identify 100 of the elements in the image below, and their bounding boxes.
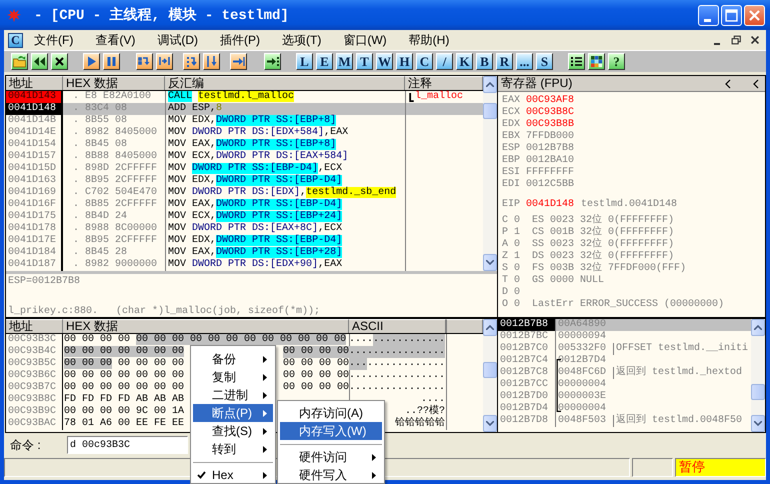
menu-item[interactable]: 二进制	[193, 386, 273, 404]
help-button[interactable]: ?	[608, 53, 625, 70]
goto-icon	[265, 54, 280, 69]
column-header[interactable]: HEX 数据	[63, 319, 349, 333]
toolbar-button[interactable]	[230, 53, 247, 70]
toolbar-button[interactable]: H	[396, 53, 413, 70]
toolbar-button[interactable]	[264, 53, 281, 70]
flag-value[interactable]: 0	[514, 215, 532, 227]
toolbar-button[interactable]	[103, 53, 120, 70]
register-value[interactable]: 0012C5BB	[526, 179, 581, 191]
toolbar-button[interactable]	[183, 53, 200, 70]
toolbar-button[interactable]	[156, 53, 173, 70]
column-header[interactable]: 地址	[6, 76, 63, 90]
caret-down-icon	[486, 421, 494, 426]
ascii-text: ....	[348, 334, 373, 346]
scroll-up-button[interactable]	[483, 76, 497, 93]
hex-bytes: 00 00 00 00	[118, 358, 184, 369]
address-cell: 00C93B8C	[6, 394, 63, 406]
flag-value[interactable]: 0	[514, 263, 532, 275]
column-header[interactable]: ASCII	[349, 319, 446, 333]
menu-item[interactable]: 硬件访问	[280, 448, 382, 466]
flag-value[interactable]: 0	[514, 299, 532, 311]
menu-item[interactable]: 插件(P)	[215, 32, 265, 48]
minimize-button[interactable]	[698, 4, 719, 26]
address-cell-text: 0012B7D8	[499, 415, 550, 427]
toolbar-button[interactable]: S	[536, 53, 553, 70]
command-field[interactable]: d 00c93B3C	[67, 436, 188, 454]
scroll-up-button[interactable]	[751, 319, 765, 336]
register-value[interactable]: 7FFDB000	[526, 131, 581, 143]
toolbar-button[interactable]	[136, 53, 153, 70]
menu-item[interactable]: 备份	[193, 350, 273, 368]
toolbar-button[interactable]: ...	[516, 53, 533, 70]
scroll-down-button[interactable]	[751, 415, 765, 432]
register-value[interactable]: 0012BA10	[526, 155, 581, 167]
register-value[interactable]: 00C93AF8	[526, 95, 581, 107]
chevron-left-icon[interactable]	[725, 78, 731, 88]
menu-item[interactable]: 文件(F)	[29, 32, 78, 48]
menu-item[interactable]: 复制	[193, 368, 273, 386]
toolbar-button[interactable]: C	[416, 53, 433, 70]
flag-value[interactable]: 0	[514, 275, 532, 287]
register-value[interactable]: 00C93B8C	[526, 107, 581, 119]
menu-item[interactable]: 查看(V)	[90, 32, 140, 48]
toolbar-button[interactable]: E	[316, 53, 333, 70]
column-header[interactable]: HEX 数据	[63, 76, 165, 90]
address-cell: 0041D163	[6, 175, 63, 187]
scroll-thumb[interactable]	[483, 362, 497, 378]
toolbar-button[interactable]	[588, 53, 605, 70]
address-cell: 00C93B5C	[6, 358, 63, 370]
toolbar-button[interactable]: R	[496, 53, 513, 70]
menu-item[interactable]: 调试(D)	[152, 32, 203, 48]
toolbar-button[interactable]	[11, 53, 28, 70]
menu-item[interactable]: 断点(P)	[193, 404, 273, 422]
address-cell: 0041D157	[6, 151, 63, 163]
scroll-thumb[interactable]	[483, 103, 497, 119]
flag-value[interactable]: 0	[514, 239, 532, 251]
toolbar-button[interactable]: T	[356, 53, 373, 70]
scroll-up-button[interactable]	[483, 319, 497, 336]
menu-item[interactable]: 窗口(W)	[338, 32, 392, 48]
hex-bytes: 00 00 00 00	[282, 382, 349, 394]
toolbar-button[interactable]: L	[296, 53, 313, 70]
chevron-left-icon[interactable]	[753, 78, 759, 88]
scrollbar[interactable]	[483, 319, 497, 432]
register-value[interactable]: 0041D148	[526, 199, 581, 211]
toolbar-button[interactable]	[203, 53, 220, 70]
maximize-button[interactable]	[721, 4, 742, 26]
menu-item[interactable]: 硬件写入	[280, 466, 382, 483]
toolbar-button[interactable]: M	[336, 53, 353, 70]
menu-item[interactable]: 选项(T)	[277, 32, 326, 48]
toolbar-button[interactable]: W	[376, 53, 393, 70]
toolbar-button[interactable]	[83, 53, 100, 70]
close-button[interactable]	[744, 4, 765, 26]
toolbar-button[interactable]	[568, 53, 585, 70]
scrollbar[interactable]	[751, 319, 765, 432]
toolbar-button[interactable]: K	[456, 53, 473, 70]
menu-item[interactable]: 帮助(H)	[404, 32, 454, 48]
toolbar-button[interactable]	[31, 53, 48, 70]
register-value[interactable]: FFFFFFFF	[526, 167, 581, 179]
scroll-down-button[interactable]	[483, 415, 497, 432]
caret-down-icon	[754, 421, 762, 426]
register-value[interactable]: 00C93B8B	[526, 119, 581, 131]
scrollbar[interactable]	[483, 76, 497, 271]
menu-item[interactable]: 转到	[193, 440, 273, 458]
scroll-down-button[interactable]	[483, 254, 497, 271]
flag-value[interactable]: 0	[514, 287, 532, 299]
column-header[interactable]: 地址	[6, 319, 63, 333]
toolbar-button[interactable]	[51, 53, 68, 70]
flag-name: T	[502, 275, 510, 287]
flag-value[interactable]: 1	[514, 251, 532, 263]
mnemonic-text: CALL	[168, 91, 192, 102]
scroll-thumb[interactable]	[751, 384, 765, 400]
segment-info: LastErr ERROR_SUCCESS (00000000)	[532, 299, 724, 311]
register-value[interactable]: 0012B7B8	[526, 143, 581, 155]
column-header[interactable]: 反汇编	[165, 76, 405, 90]
menu-item[interactable]: 查找(S)	[193, 422, 273, 440]
menu-item[interactable]: Hex	[193, 466, 273, 483]
toolbar-button[interactable]: /	[436, 53, 453, 70]
menu-item[interactable]: 内存访问(A)	[280, 404, 382, 422]
toolbar-button[interactable]: B	[476, 53, 493, 70]
menu-item[interactable]: 内存写入(W)	[280, 422, 382, 440]
flag-value[interactable]: 1	[514, 227, 532, 239]
